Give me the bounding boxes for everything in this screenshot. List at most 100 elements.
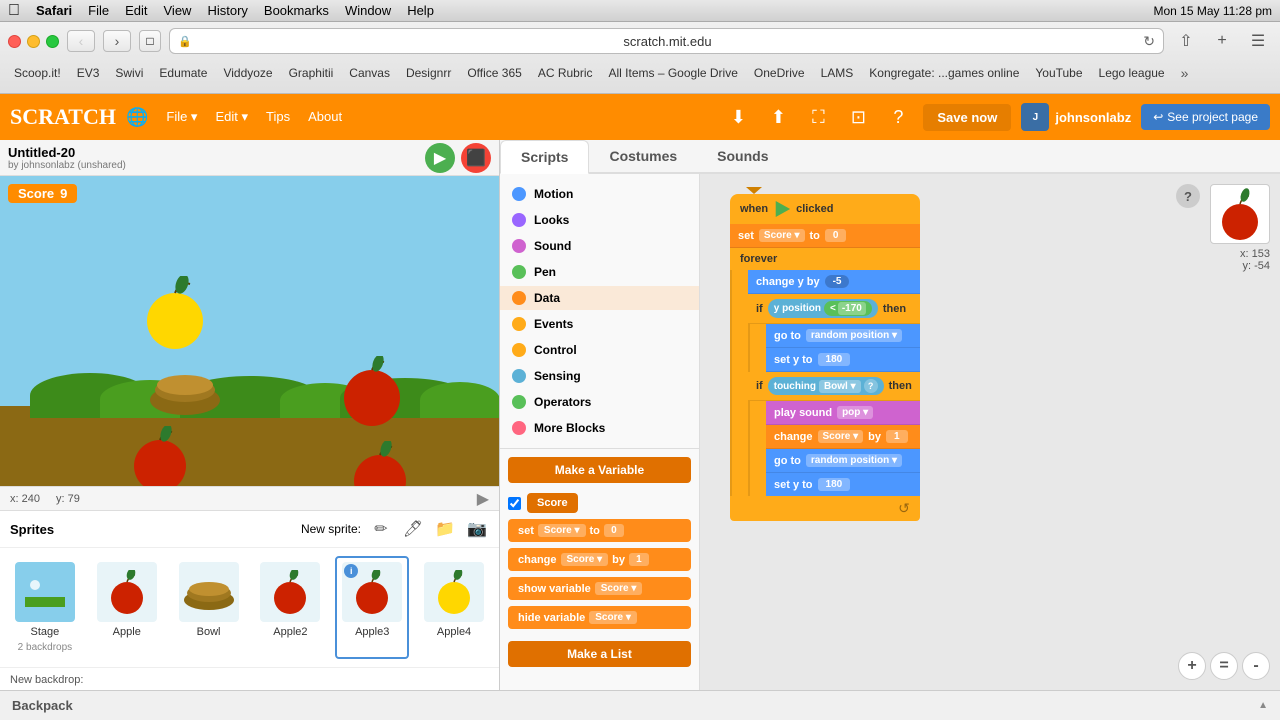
random-dropdown2[interactable]: random position ▾ [806,454,902,467]
go-to-random2-block[interactable]: go to random position ▾ [766,449,920,473]
go-to-random-block[interactable]: go to random position ▾ [766,324,920,348]
to-zero-field[interactable]: 0 [825,229,847,242]
fullscreen-icon[interactable]: ⛶ [803,102,833,132]
minimize-button[interactable] [27,35,40,48]
bookmark-edumate[interactable]: Edumate [153,64,213,82]
sprite-item-apple3[interactable]: i Apple3 [335,556,409,659]
score-dropdown-script[interactable]: Score ▾ [759,229,805,242]
tab-sounds[interactable]: Sounds [697,140,788,174]
stage-expand-button[interactable]: ▶ [477,489,489,509]
language-button[interactable]: 🌐 [126,107,148,128]
help-icon-top[interactable]: ? [883,102,913,132]
zoom-in-button[interactable]: + [1178,652,1206,680]
make-variable-button[interactable]: Make a Variable [508,457,691,483]
tab-scripts[interactable]: Scripts [500,140,589,174]
category-pen[interactable]: Pen [500,260,699,284]
category-data[interactable]: Data [500,286,699,310]
sprite-item-bowl[interactable]: Bowl [172,556,246,659]
bowl-dropdown[interactable]: Bowl ▾ [819,380,861,393]
less-than-op[interactable]: < -170 [824,301,872,316]
file-menu-scratch[interactable]: File ▾ [158,105,205,129]
stop-button[interactable]: ⬛ [461,143,491,173]
show-variable-block[interactable]: show variable Score ▾ [508,577,691,600]
backpack-bar[interactable]: Backpack ▲ [0,690,1280,720]
add-bookmark-button[interactable]: + [1208,30,1236,52]
set-y-180-block[interactable]: set y to 180 [766,348,920,372]
bookmark-viddyoze[interactable]: Viddyoze [217,64,278,82]
sprite-item-apple2[interactable]: Apple2 [253,556,327,659]
play-button[interactable]: ▶ [425,143,455,173]
bookmark-youtube[interactable]: YouTube [1029,64,1088,82]
bookmarks-menu[interactable]: Bookmarks [264,3,329,18]
tab-costumes[interactable]: Costumes [589,140,697,174]
hide-variable-block[interactable]: hide variable Score ▾ [508,606,691,629]
forward-button[interactable]: › [103,30,131,52]
score-dropdown-2[interactable]: Score ▾ [818,430,864,443]
history-menu[interactable]: History [207,3,247,18]
touching-bool[interactable]: touching Bowl ▾ ? [768,377,884,395]
bookmark-canvas[interactable]: Canvas [343,64,396,82]
bookmark-ev3[interactable]: EV3 [71,64,106,82]
bookmark-kongregate[interactable]: Kongregate: ...games online [863,64,1025,82]
bookmark-acrubric[interactable]: AC Rubric [532,64,599,82]
category-sound[interactable]: Sound [500,234,699,258]
set-y-180-2-block[interactable]: set y to 180 [766,473,920,496]
show-var-dropdown[interactable]: Score ▾ [595,582,643,595]
back-button[interactable]: ‹ [67,30,95,52]
sprite-item-apple4[interactable]: Apple4 [417,556,491,659]
upload-icon[interactable]: ⬆ [763,102,793,132]
reading-list-button[interactable]: ☰ [1244,30,1272,52]
set-value-field[interactable]: 0 [604,524,624,537]
bookmark-office365[interactable]: Office 365 [461,64,527,82]
make-list-button[interactable]: Make a List [508,641,691,667]
sprite-item-stage[interactable]: Stage 2 backdrops [8,556,82,659]
tab-view-button[interactable]: □ [139,30,161,52]
category-looks[interactable]: Looks [500,208,699,232]
if-y-block[interactable]: if y position < -170 then [748,294,920,324]
zoom-out-button[interactable]: - [1242,652,1270,680]
apple-menu[interactable]:  [8,2,20,20]
category-operators[interactable]: Operators [500,390,699,414]
set-y-180-field[interactable]: 180 [818,353,851,366]
edit-menu-scratch[interactable]: Edit ▾ [207,105,256,129]
bookmark-swivi[interactable]: Swivi [109,64,149,82]
by-one-field[interactable]: 1 [886,430,908,443]
file-menu[interactable]: File [88,3,109,18]
when-clicked-hat[interactable]: when clicked [730,194,920,224]
forever-block[interactable]: forever change y by -5 if [730,248,920,521]
close-button[interactable] [8,35,21,48]
random-dropdown1[interactable]: random position ▾ [806,329,902,342]
bookmark-legoleague[interactable]: Lego league [1093,64,1171,82]
category-events[interactable]: Events [500,312,699,336]
address-bar[interactable] [196,34,1140,49]
y-thresh-field[interactable]: -170 [838,302,866,315]
camera-sprite-button[interactable]: 📷 [465,517,489,541]
download-icon[interactable]: ⬇ [723,102,753,132]
paint-sprite-button[interactable]: ✏ [369,517,393,541]
bookmark-designrr[interactable]: Designrr [400,64,457,82]
hide-var-dropdown[interactable]: Score ▾ [589,611,637,624]
fullscreen-button[interactable] [46,35,59,48]
category-more-blocks[interactable]: More Blocks [500,416,699,440]
pop-dropdown[interactable]: pop ▾ [837,406,873,419]
tips-menu[interactable]: Tips [258,105,298,129]
edit-menu[interactable]: Edit [125,3,147,18]
reload-button[interactable]: ↻ [1143,33,1155,50]
change-y-value[interactable]: -5 [825,275,850,288]
help-menu[interactable]: Help [407,3,434,18]
address-bar-wrap[interactable]: 🔒 ↻ [169,28,1164,54]
stage-canvas[interactable]: Score 9 [0,176,499,486]
change-score-block[interactable]: change Score ▾ by 1 [508,548,691,571]
about-menu[interactable]: About [300,105,350,129]
category-sensing[interactable]: Sensing [500,364,699,388]
script-canvas[interactable]: when clicked set Score ▾ to 0 [700,174,1280,690]
draw-sprite-button[interactable]: 🖊 [401,517,425,541]
bookmark-graphitii[interactable]: Graphitii [283,64,340,82]
set-score-block[interactable]: set Score ▾ to 0 [508,519,691,542]
change-score-block2[interactable]: change Score ▾ by 1 [766,425,920,449]
zoom-reset-button[interactable]: = [1210,652,1238,680]
safari-menu[interactable]: Safari [36,3,72,18]
bookmark-onedrive[interactable]: OneDrive [748,64,811,82]
window-menu[interactable]: Window [345,3,391,18]
help-icon-canvas[interactable]: ? [1176,184,1200,208]
